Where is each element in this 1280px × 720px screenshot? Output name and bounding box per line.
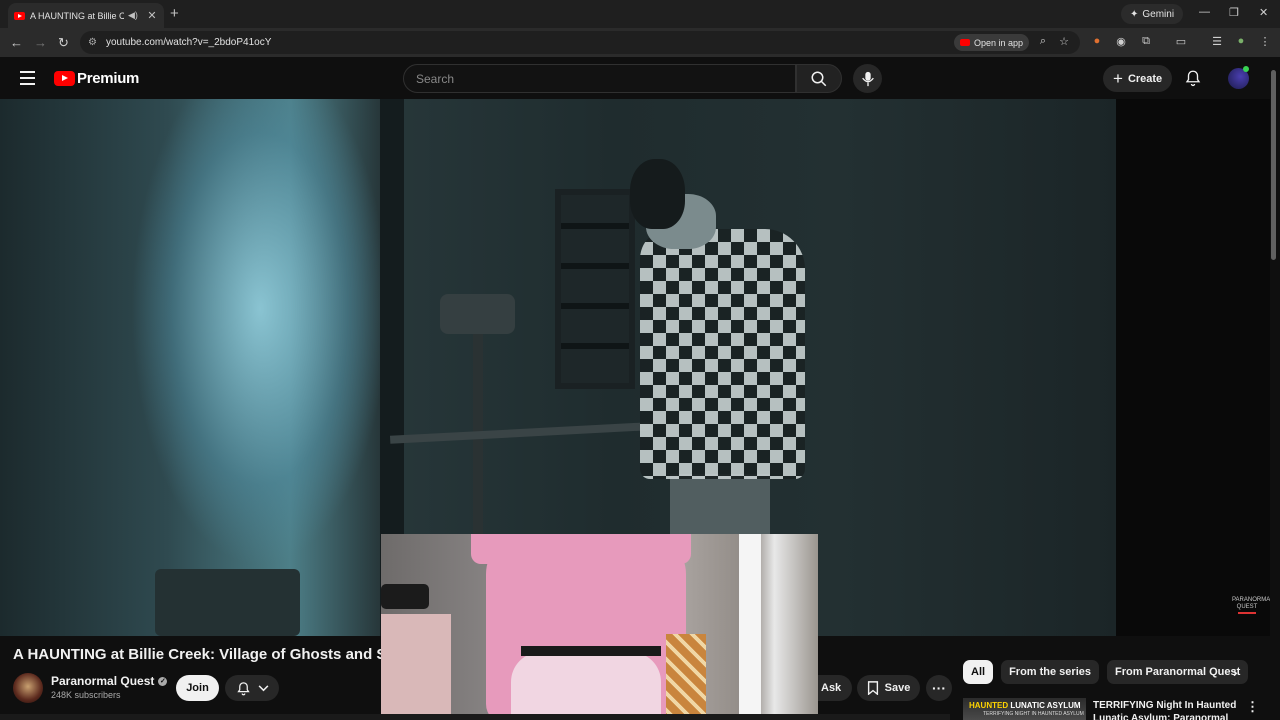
more-actions-button[interactable]: ··· [926,675,952,701]
gemini-button[interactable]: ✦ Gemini [1121,4,1184,24]
verified-check-icon: ✓ [158,676,168,686]
thumbnail-sub: TERRIFYING NIGHT IN HAUNTED ASYLUM [983,711,1084,717]
webcam-blanket [381,614,451,716]
bell-icon [1185,70,1201,87]
thumb-label-white: LUNATIC ASYLUM [1010,701,1081,710]
close-window-icon[interactable]: ✕ [1259,6,1268,19]
voice-search-button[interactable] [853,64,882,93]
youtube-masthead: Premium Search + Create [0,57,1280,99]
youtube-logo-icon [54,71,75,86]
bookmark-icon [867,681,878,695]
create-button[interactable]: + Create [1103,65,1173,92]
forward-arrow-icon[interactable]: → [34,35,47,50]
recommendation-chips: All From the series From Paranormal Ques… [963,660,1249,684]
open-in-app-label: Open in app [974,37,1024,48]
search-input[interactable]: Search [403,64,796,93]
webcam-object [381,584,429,609]
gemini-label: Gemini [1142,8,1175,20]
thumbnail-label: HAUNTED LUNATIC ASYLUM [969,701,1081,710]
channel-name-row[interactable]: Paranormal Quest ✓ [51,674,168,688]
profile-avatar-icon[interactable]: ● [1234,35,1248,49]
channel-name[interactable]: Paranormal Quest [51,674,154,688]
save-label: Save [884,682,911,694]
bell-icon [236,681,250,695]
reading-list-icon[interactable]: ☰ [1210,35,1224,49]
browser-tabbar: A HAUNTING at Billie Creek ◀) ✕ + ✦ Gemi… [0,0,1280,28]
video-furniture [155,569,300,636]
recommended-menu-icon[interactable]: ⋮ [1246,699,1259,715]
chip-all[interactable]: All [963,660,994,684]
youtube-premium-logo[interactable]: Premium [54,70,139,87]
browser-toolbar: ← → ↻ ⚙ youtube.com/watch?v=_2bdoP41ocY … [0,28,1280,57]
webcam-window-light [739,534,761,716]
notifications-button[interactable] [1184,69,1202,87]
thumb-label-yellow: HAUNTED [969,701,1009,710]
hamburger-menu-icon[interactable] [20,71,35,89]
new-tab-button[interactable]: + [170,5,179,22]
extensions-puzzle-icon[interactable]: ⧉ [1139,35,1153,49]
reload-icon[interactable]: ↻ [58,35,69,51]
subscriber-count: 248K subscribers [51,690,121,700]
site-info-icon[interactable]: ⚙ [88,37,100,49]
back-arrow-icon[interactable]: ← [10,35,23,50]
close-tab-icon[interactable]: ✕ [146,9,158,22]
video-dark-region [1116,99,1270,636]
recommended-thumbnail[interactable]: HAUNTED LUNATIC ASYLUM TERRIFYING NIGHT … [963,698,1086,720]
subscription-notifications-button[interactable] [225,675,279,701]
chevron-right-icon[interactable]: › [1233,664,1238,680]
account-avatar[interactable] [1228,66,1249,89]
channel-avatar[interactable] [13,673,43,703]
webcam-overlay [381,534,818,716]
video-tripod [440,294,520,534]
extension-fox-icon[interactable]: ● [1090,35,1104,49]
restore-icon[interactable]: ❐ [1229,6,1239,19]
search-button[interactable] [796,64,842,93]
kebab-menu-icon[interactable]: ⋮ [1258,35,1272,49]
recommended-title[interactable]: TERRIFYING Night In Haunted Lunatic Asyl… [1093,699,1238,720]
webcam-chair-strap [521,646,661,656]
address-bar[interactable]: ⚙ youtube.com/watch?v=_2bdoP41ocY [80,31,1080,54]
tab-title: A HAUNTING at Billie Creek [30,10,124,21]
chip-from-series[interactable]: From the series [1001,660,1099,684]
search-placeholder: Search [416,71,455,86]
video-title: A HAUNTING at Billie Creek: Village of G… [13,646,381,663]
minimize-icon[interactable]: — [1199,6,1210,18]
channel-watermark: PARANORMAL QUEST [1232,597,1270,614]
open-in-app-button[interactable]: Open in app [954,34,1030,51]
page-scrollbar[interactable] [1271,70,1276,260]
zoom-icon[interactable]: ⌕ [1036,35,1050,49]
chevron-down-icon [258,684,268,691]
sparkle-icon: ✦ [1130,8,1139,20]
browser-tab-youtube[interactable]: A HAUNTING at Billie Creek ◀) ✕ [8,3,164,28]
extension-drop-icon[interactable]: ◉ [1114,35,1128,49]
youtube-icon [960,39,970,46]
horizontal-scrollbar[interactable] [0,714,950,720]
join-button[interactable]: Join [176,675,219,701]
webcam-chair-ear-left [471,534,531,564]
create-label: Create [1127,72,1163,85]
youtube-favicon-icon [14,11,25,20]
url-text: youtube.com/watch?v=_2bdoP41ocY [106,37,272,48]
logo-text: Premium [77,70,140,87]
plus-icon: + [1113,68,1123,88]
speaker-icon[interactable]: ◀) [128,10,140,21]
webcam-giraffe-toy [666,634,706,716]
webcam-chair-ear-right [631,534,691,564]
cast-icon[interactable]: ▭ [1174,35,1188,49]
microphone-icon [861,71,874,86]
watermark-text: PARANORMAL QUEST [1232,597,1270,610]
webcam-chair-seat [511,652,661,716]
bookmark-star-icon[interactable]: ☆ [1057,35,1071,49]
chip-from-channel[interactable]: From Paranormal Quest [1106,660,1249,684]
status-dot-icon [1243,66,1249,72]
search-icon [811,71,827,86]
save-button[interactable]: Save [857,675,920,701]
